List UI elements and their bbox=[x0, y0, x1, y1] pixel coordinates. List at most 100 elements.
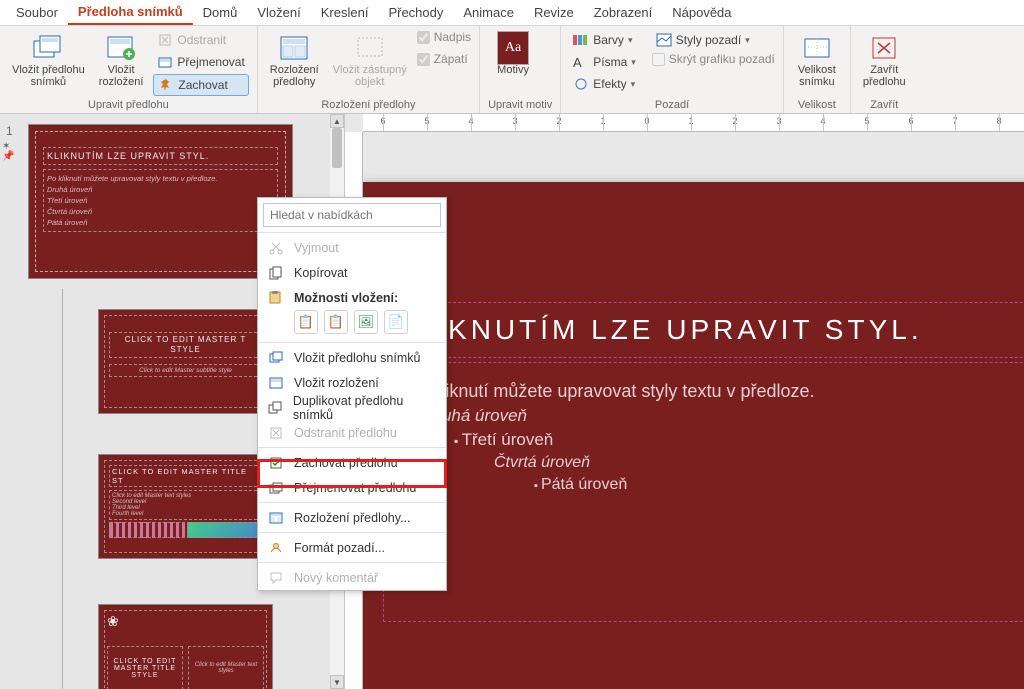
layout1-title: CLICK TO EDIT MASTER T STYLE bbox=[109, 332, 262, 358]
duplicate-icon bbox=[268, 400, 283, 416]
menu-insert[interactable]: Vložení bbox=[247, 1, 310, 24]
menu-search[interactable] bbox=[263, 203, 441, 227]
paste-picture[interactable]: 🖼 bbox=[354, 310, 378, 334]
footers-checkbox[interactable]: Zápatí bbox=[417, 52, 471, 66]
paste-icon bbox=[268, 290, 284, 306]
format-bg-icon bbox=[268, 540, 284, 556]
scroll-thumb[interactable] bbox=[332, 128, 342, 168]
paste-keep-source[interactable]: 📋 bbox=[324, 310, 348, 334]
workspace: 1 ✶📌 KLIKNUTÍM LZE UPRAVIT STYL. Po klik… bbox=[0, 114, 1024, 689]
hide-bg-checkbox[interactable]: Skrýt grafiku pozadí bbox=[652, 52, 775, 66]
slide-viewport[interactable]: KLIKNUTÍM LZE UPRAVIT STYL. Po kliknutí … bbox=[363, 132, 1024, 689]
colors-button[interactable]: Barvy ▾ bbox=[569, 30, 640, 50]
menu-home[interactable]: Domů bbox=[193, 1, 248, 24]
themes-button[interactable]: Aa Motivy bbox=[488, 30, 538, 78]
title-checkbox[interactable]: Nadpis bbox=[417, 30, 471, 44]
ctx-preserve-master[interactable]: Zachovat předlohu bbox=[258, 450, 446, 475]
layout1-sub: Click to edit Master subtitle style bbox=[109, 364, 262, 377]
delete-icon bbox=[157, 32, 173, 48]
master-layout-label: Rozložení předlohy bbox=[270, 64, 319, 88]
body-placeholder[interactable]: Po kliknutí můžete upravovat styly textu… bbox=[383, 362, 1024, 622]
body-level-1: Po kliknutí můžete upravovat styly textu… bbox=[394, 381, 1024, 402]
chevron-down-icon: ▾ bbox=[745, 35, 750, 46]
menu-view[interactable]: Zobrazení bbox=[584, 1, 663, 24]
insert-slide-master-label: Vložit předlohu snímků bbox=[12, 64, 85, 88]
ctx-rename-master[interactable]: Přejmenovat předlohu bbox=[258, 475, 446, 500]
title-placeholder[interactable]: KLIKNUTÍM LZE UPRAVIT STYL. bbox=[383, 302, 1024, 358]
effects-icon bbox=[573, 76, 589, 92]
ctx-insert-master[interactable]: Vložit předlohu snímků bbox=[258, 345, 446, 370]
insert-placeholder-button[interactable]: Vložit zástupný objekt bbox=[329, 30, 411, 90]
master-thumb-title: KLIKNUTÍM LZE UPRAVIT STYL. bbox=[43, 147, 278, 165]
ctx-insert-master-label: Vložit předlohu snímků bbox=[294, 351, 420, 365]
delete-master-icon bbox=[268, 425, 284, 441]
scroll-up-button[interactable]: ▲ bbox=[330, 114, 344, 128]
master-slide[interactable]: KLIKNUTÍM LZE UPRAVIT STYL. Po kliknutí … bbox=[363, 182, 1024, 689]
fonts-button[interactable]: A Písma ▾ bbox=[569, 52, 640, 72]
ribbon-group-close: Zavřít předlohu Zavřít bbox=[851, 26, 918, 113]
layout-thumbnail-2[interactable]: CLICK TO EDIT MASTER TITLE ST Click to e… bbox=[98, 454, 273, 559]
chevron-down-icon: ▾ bbox=[628, 35, 633, 46]
master-layout-button[interactable]: Rozložení předlohy bbox=[266, 30, 323, 90]
ctx-cut[interactable]: Vyjmout bbox=[258, 235, 446, 260]
ctx-format-background[interactable]: Formát pozadí... bbox=[258, 535, 446, 560]
ctx-paste-options: Možnosti vložení: bbox=[258, 285, 446, 308]
delete-button[interactable]: Odstranit bbox=[153, 30, 248, 50]
layout-thumbnail-1[interactable]: CLICK TO EDIT MASTER T STYLE Click to ed… bbox=[98, 309, 273, 414]
ctx-copy[interactable]: Kopírovat bbox=[258, 260, 446, 285]
menu-file[interactable]: Soubor bbox=[6, 1, 68, 24]
ctx-master-layout-label: Rozložení předlohy... bbox=[294, 511, 411, 525]
insert-slide-master-button[interactable]: Vložit předlohu snímků bbox=[8, 30, 89, 90]
bg-styles-button[interactable]: Styly pozadí ▾ bbox=[652, 30, 775, 50]
menu-bar: Soubor Předloha snímků Domů Vložení Kres… bbox=[0, 0, 1024, 26]
menu-transitions[interactable]: Přechody bbox=[378, 1, 453, 24]
insert-placeholder-label: Vložit zástupný objekt bbox=[333, 64, 407, 88]
ctx-duplicate-master[interactable]: Duplikovat předlohu snímků bbox=[258, 395, 446, 420]
ribbon-group-edit-master: Vložit předlohu snímků Vložit rozložení … bbox=[0, 26, 258, 113]
group-theme-label: Upravit motiv bbox=[488, 99, 552, 111]
body-level-3: Třetí úroveň bbox=[394, 430, 1024, 450]
ribbon-group-edit-theme: Aa Motivy Upravit motiv bbox=[480, 26, 561, 113]
chevron-down-icon: ▾ bbox=[631, 79, 636, 90]
ctx-rename-label: Přejmenovat předlohu bbox=[294, 481, 416, 495]
menu-help[interactable]: Nápověda bbox=[662, 1, 741, 24]
effects-button[interactable]: Efekty ▾ bbox=[569, 74, 640, 94]
menu-search-input[interactable] bbox=[263, 203, 441, 227]
ctx-insert-layout[interactable]: Vložit rozložení bbox=[258, 370, 446, 395]
insert-layout-icon bbox=[268, 375, 284, 391]
ctx-paste-label: Možnosti vložení: bbox=[294, 291, 398, 305]
paste-text-only[interactable]: 📄 bbox=[384, 310, 408, 334]
pin-icon bbox=[158, 77, 174, 93]
colors-icon bbox=[573, 32, 589, 48]
ribbon: Vložit předlohu snímků Vložit rozložení … bbox=[0, 26, 1024, 114]
ctx-new-comment-label: Nový komentář bbox=[294, 571, 378, 585]
menu-animations[interactable]: Animace bbox=[453, 1, 524, 24]
themes-label: Motivy bbox=[497, 64, 529, 76]
context-menu: Vyjmout Kopírovat Možnosti vložení: 📋 📋 … bbox=[257, 197, 447, 591]
master-thumbnail[interactable]: KLIKNUTÍM LZE UPRAVIT STYL. Po kliknutí … bbox=[28, 124, 293, 279]
copy-icon bbox=[268, 265, 284, 281]
ctx-new-comment[interactable]: Nový komentář bbox=[258, 565, 446, 590]
rename-button[interactable]: Přejmenovat bbox=[153, 52, 248, 72]
preserve-pin-icon: ✶📌 bbox=[2, 142, 14, 162]
ctx-delete-master[interactable]: Odstranit předlohu bbox=[258, 420, 446, 445]
insert-layout-button[interactable]: Vložit rozložení bbox=[95, 30, 148, 90]
layout-thumbnail-3[interactable]: ❀ CLICK TO EDIT MASTER TITLE STYLE Click… bbox=[98, 604, 273, 689]
master-layout-icon bbox=[268, 510, 284, 526]
close-master-button[interactable]: Zavřít předlohu bbox=[859, 30, 910, 90]
paste-use-destination[interactable]: 📋 bbox=[294, 310, 318, 334]
preserve-label: Zachovat bbox=[178, 78, 227, 92]
preserve-button[interactable]: Zachovat bbox=[153, 74, 248, 96]
layout-icon bbox=[278, 34, 310, 62]
scroll-down-button[interactable]: ▼ bbox=[330, 675, 344, 689]
rename-master-icon bbox=[268, 480, 284, 496]
menu-draw[interactable]: Kreslení bbox=[311, 1, 379, 24]
ctx-master-layout[interactable]: Rozložení předlohy... bbox=[258, 505, 446, 530]
menu-review[interactable]: Revize bbox=[524, 1, 584, 24]
ctx-format-bg-label: Formát pozadí... bbox=[294, 541, 385, 555]
ctx-duplicate-label: Duplikovat předlohu snímků bbox=[293, 394, 436, 422]
slide-size-button[interactable]: Velikost snímku bbox=[792, 30, 842, 90]
menu-slide-master[interactable]: Předloha snímků bbox=[68, 0, 193, 25]
group-background-label: Pozadí bbox=[569, 99, 775, 111]
bg-styles-icon bbox=[656, 32, 672, 48]
